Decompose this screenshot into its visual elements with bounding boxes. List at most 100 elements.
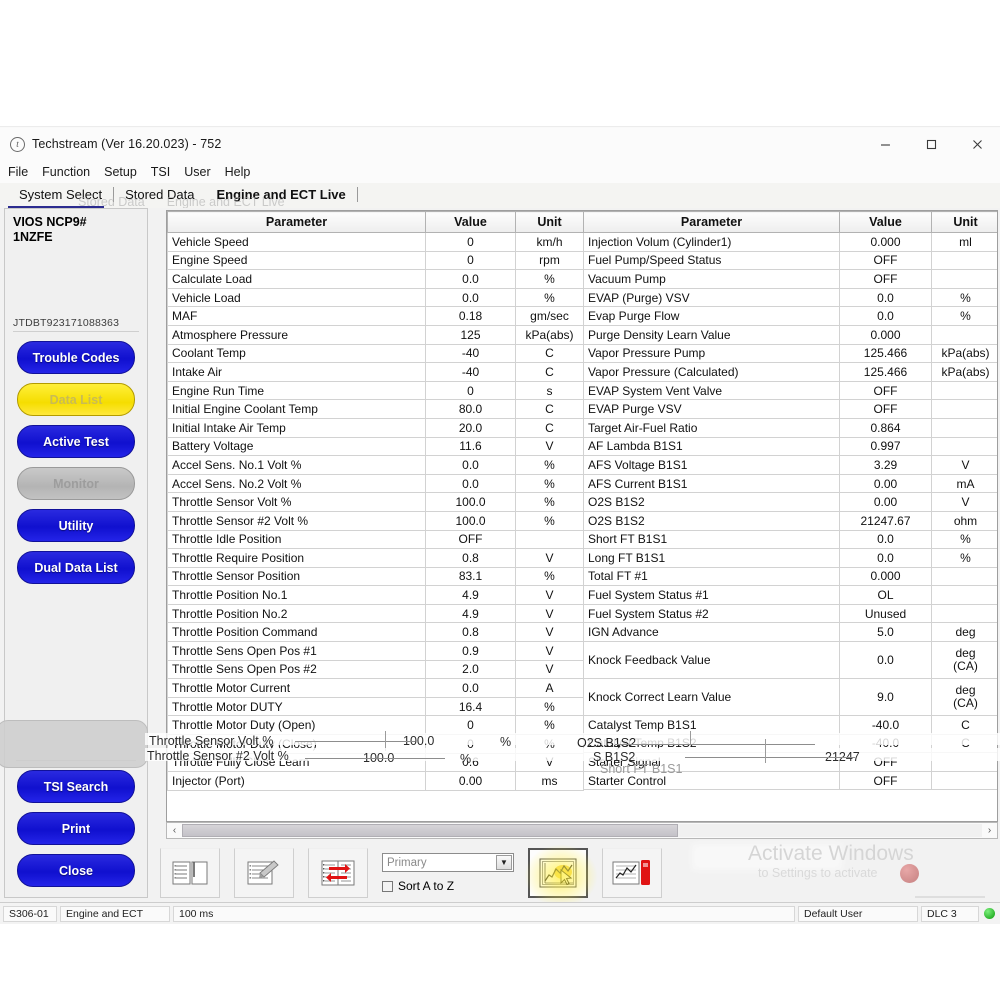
scrollbar-thumb[interactable] (182, 824, 678, 837)
sidebar-button-data-list[interactable]: Data List (17, 383, 135, 416)
table-row[interactable]: Fuel Pump/Speed StatusOFF (584, 251, 999, 270)
minimize-icon[interactable] (862, 128, 908, 160)
table-row[interactable]: Total FT #10.000 (584, 567, 999, 586)
table-row[interactable]: Long FT B1S10.0% (584, 549, 999, 568)
table-row[interactable]: Knock Feedback Value0.0deg(CA) (584, 642, 999, 679)
table-row[interactable]: Throttle Sensor #2 Volt %100.0% (168, 511, 584, 530)
table-row[interactable]: EVAP System Vent ValveOFF (584, 381, 999, 400)
table-row[interactable]: Throttle Fully Close Learn0.6V (168, 753, 584, 772)
table-row[interactable]: Vehicle Load0.0% (168, 288, 584, 307)
select-list-icon (170, 857, 210, 889)
tab-separator-2 (357, 187, 358, 202)
left-col-value[interactable]: Value (426, 212, 516, 233)
sidebar-button-trouble-codes[interactable]: Trouble Codes (17, 341, 135, 374)
table-row[interactable]: IGN Advance5.0deg (584, 623, 999, 642)
sidebar-button-dual-data-list[interactable]: Dual Data List (17, 551, 135, 584)
table-row[interactable]: Engine Speed0rpm (168, 251, 584, 270)
menu-item-user[interactable]: User (184, 165, 210, 179)
table-row[interactable]: Coolant Temp-40C (168, 344, 584, 363)
table-row[interactable]: Throttle Sensor Position83.1% (168, 567, 584, 586)
table-row[interactable]: Short FT B1S10.0% (584, 530, 999, 549)
menu-item-function[interactable]: Function (42, 165, 90, 179)
table-row[interactable]: Calculate Load0.0% (168, 270, 584, 289)
row-value: 0.00 (840, 493, 932, 512)
table-row[interactable]: Vacuum PumpOFF (584, 270, 999, 289)
table-row[interactable]: Throttle Position No.24.9V (168, 604, 584, 623)
table-row[interactable]: Evap Purge Flow0.0% (584, 307, 999, 326)
horizontal-scrollbar[interactable]: ‹ › (166, 822, 998, 839)
table-row[interactable]: Initial Engine Coolant Temp80.0C (168, 400, 584, 419)
table-row[interactable]: Throttle Sens Open Pos #10.9V (168, 642, 584, 661)
table-row[interactable]: Intake Air-40C (168, 363, 584, 382)
maximize-icon[interactable] (908, 128, 954, 160)
table-row[interactable]: Catalyst Temp B1S1-40.0C (584, 716, 999, 735)
toolbar-button-graph-view[interactable] (528, 848, 588, 898)
left-col-parameter[interactable]: Parameter (168, 212, 426, 233)
table-row[interactable]: Knock Correct Learn Value9.0deg(CA) (584, 679, 999, 716)
sort-a-to-z-row[interactable]: Sort A to Z (382, 879, 514, 893)
menu-item-setup[interactable]: Setup (104, 165, 137, 179)
toolbar-button-select-list[interactable] (160, 848, 220, 898)
primary-select[interactable]: Primary ▼ (382, 853, 514, 872)
right-col-unit[interactable]: Unit (932, 212, 999, 233)
table-row[interactable]: Injection Volum (Cylinder1)0.000ml (584, 233, 999, 252)
table-row[interactable]: Vapor Pressure (Calculated)125.466kPa(ab… (584, 363, 999, 382)
table-row[interactable]: Fuel System Status #1OL (584, 586, 999, 605)
menu-item-file[interactable]: File (8, 165, 28, 179)
table-row[interactable]: Throttle Sens Open Pos #22.0V (168, 660, 584, 679)
table-row[interactable]: Engine Run Time0s (168, 381, 584, 400)
table-row[interactable]: Battery Voltage11.6V (168, 437, 584, 456)
table-row[interactable]: Initial Intake Air Temp20.0C (168, 418, 584, 437)
toolbar-button-edit-list[interactable] (234, 848, 294, 898)
right-col-value[interactable]: Value (840, 212, 932, 233)
chevron-down-icon[interactable]: ▼ (496, 855, 512, 870)
table-row[interactable]: AFS Current B1S10.00mA (584, 474, 999, 493)
table-row[interactable]: AFS Voltage B1S13.29V (584, 456, 999, 475)
table-row[interactable]: O2S B1S20.00V (584, 493, 999, 512)
sort-a-to-z-checkbox[interactable] (382, 881, 393, 892)
table-row[interactable]: Accel Sens. No.1 Volt %0.0% (168, 456, 584, 475)
table-row[interactable]: Throttle Require Position0.8V (168, 549, 584, 568)
table-row[interactable]: Starter ControlOFF (584, 771, 999, 790)
table-row[interactable]: Throttle Position Command0.8V (168, 623, 584, 642)
table-row[interactable]: MAF0.18gm/sec (168, 307, 584, 326)
table-row[interactable]: Fuel System Status #2Unused (584, 604, 999, 623)
row-parameter: Evap Purge Flow (584, 307, 840, 326)
toolbar-button-snapshot-graph[interactable] (602, 848, 662, 898)
menu-item-help[interactable]: Help (225, 165, 251, 179)
scroll-right-arrow-icon[interactable]: › (982, 825, 997, 836)
table-row[interactable]: Throttle Motor Duty (Open)0% (168, 716, 584, 735)
right-col-parameter[interactable]: Parameter (584, 212, 840, 233)
sidebar-button-tsi-search[interactable]: TSI Search (17, 770, 135, 803)
table-row[interactable]: EVAP (Purge) VSV0.0% (584, 288, 999, 307)
sidebar-button-close[interactable]: Close (17, 854, 135, 887)
table-row[interactable]: Purge Density Learn Value0.000 (584, 325, 999, 344)
table-row[interactable]: Target Air-Fuel Ratio0.864 (584, 418, 999, 437)
table-row[interactable]: Throttle Position No.14.9V (168, 586, 584, 605)
table-row[interactable]: AF Lambda B1S10.997 (584, 437, 999, 456)
left-col-unit[interactable]: Unit (516, 212, 584, 233)
table-row[interactable]: Accel Sens. No.2 Volt %0.0% (168, 474, 584, 493)
scrollbar-track[interactable] (182, 824, 982, 837)
table-row[interactable]: EVAP Purge VSVOFF (584, 400, 999, 419)
sidebar-button-active-test[interactable]: Active Test (17, 425, 135, 458)
table-row[interactable]: O2S B1S221247.67ohm (584, 511, 999, 530)
row-value: -40.0 (840, 716, 932, 735)
table-row[interactable]: Injector (Port)0.00ms (168, 772, 584, 791)
table-row[interactable]: Starter SignalOFF (584, 753, 999, 772)
table-row[interactable]: Throttle Idle PositionOFF (168, 530, 584, 549)
table-row[interactable]: Throttle Sensor Volt %100.0% (168, 493, 584, 512)
table-row[interactable]: Throttle Motor DUTY16.4% (168, 697, 584, 716)
table-row[interactable]: Throttle Motor Duty (Close)0% (168, 735, 584, 754)
table-row[interactable]: Vapor Pressure Pump125.466kPa(abs) (584, 344, 999, 363)
scroll-left-arrow-icon[interactable]: ‹ (167, 825, 182, 836)
table-row[interactable]: Catalyst Temp B1S2-40.0C (584, 734, 999, 753)
table-row[interactable]: Throttle Motor Current0.0A (168, 679, 584, 698)
table-row[interactable]: Vehicle Speed0km/h (168, 233, 584, 252)
sidebar-button-utility[interactable]: Utility (17, 509, 135, 542)
close-icon[interactable] (954, 128, 1000, 160)
menu-item-tsi[interactable]: TSI (151, 165, 170, 179)
sidebar-button-print[interactable]: Print (17, 812, 135, 845)
table-row[interactable]: Atmosphere Pressure125kPa(abs) (168, 325, 584, 344)
toolbar-button-refresh-list[interactable] (308, 848, 368, 898)
